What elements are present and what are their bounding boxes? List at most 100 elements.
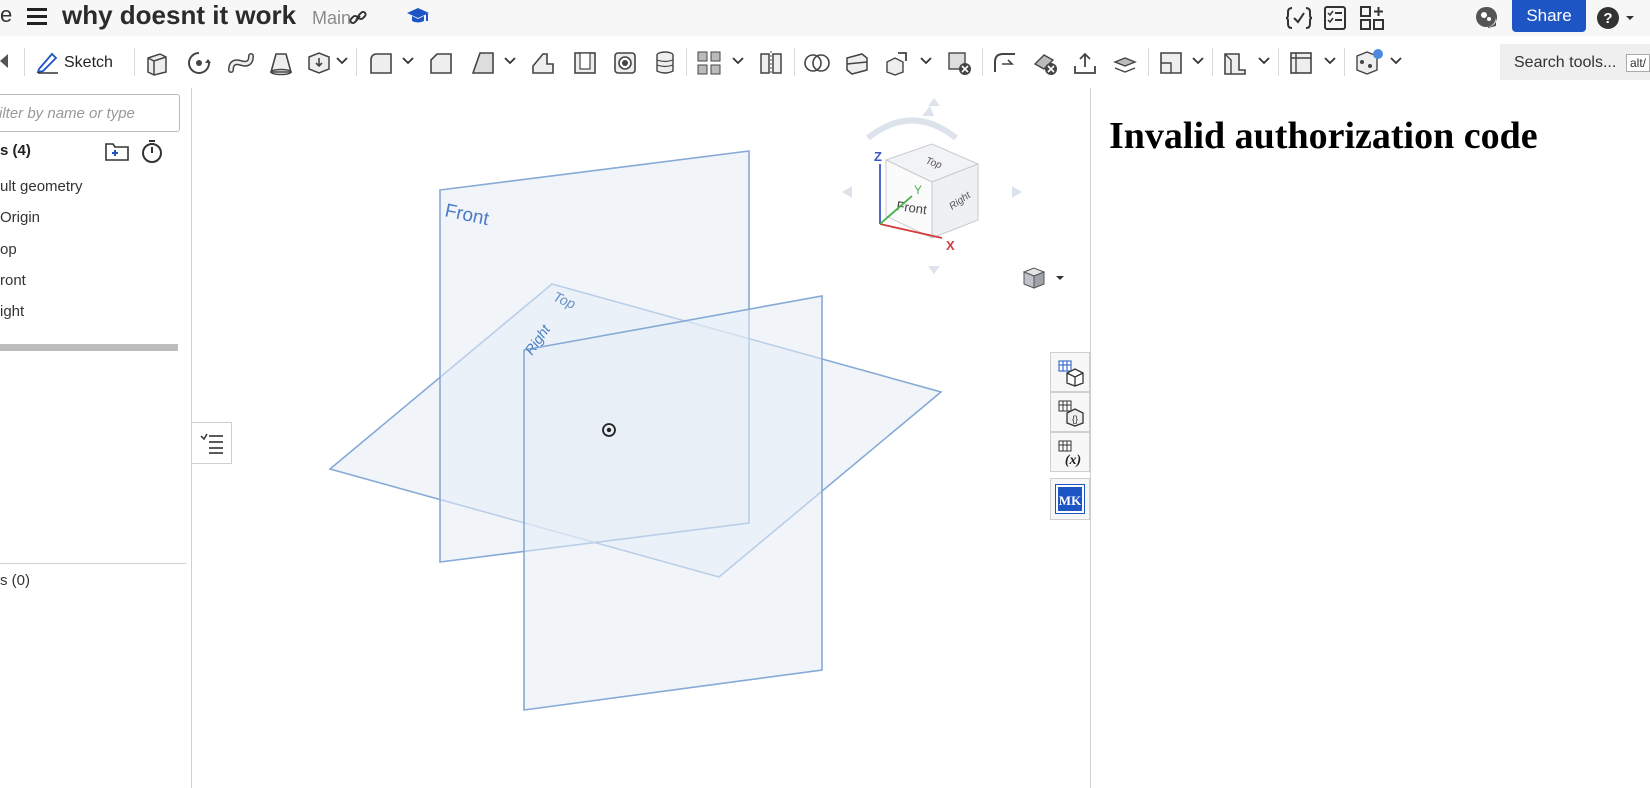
- extrude-icon[interactable]: [144, 50, 170, 76]
- svg-text:{}: {}: [1072, 414, 1078, 424]
- plane-icon[interactable]: [1158, 50, 1184, 76]
- thread-icon[interactable]: [652, 50, 678, 76]
- add-folder-icon[interactable]: [104, 140, 130, 162]
- app-panel: Invalid authorization code: [1090, 88, 1650, 788]
- chevron-down-icon[interactable]: [1324, 56, 1336, 66]
- redo-arrow-icon[interactable]: [0, 52, 12, 70]
- draft-icon[interactable]: [470, 50, 496, 76]
- variables-icon[interactable]: [1286, 6, 1312, 30]
- rollback-bar[interactable]: [0, 344, 178, 351]
- toolbar-separator: [686, 48, 687, 76]
- search-tools-input[interactable]: Search tools... alt/: [1500, 44, 1650, 80]
- transform-icon[interactable]: [884, 50, 910, 76]
- sketch-pencil-icon[interactable]: [36, 50, 60, 74]
- toolbar-separator: [24, 48, 25, 76]
- search-shortcut-badge: alt/: [1626, 54, 1650, 72]
- mk-logo: MK: [1055, 484, 1085, 514]
- sketch-button[interactable]: Sketch: [64, 54, 113, 72]
- link-icon[interactable]: [348, 8, 368, 28]
- stopwatch-icon[interactable]: [140, 138, 164, 164]
- toolbar-separator: [1344, 48, 1345, 76]
- learning-center-icon[interactable]: [1474, 6, 1498, 30]
- feature-item-right[interactable]: ight: [0, 303, 24, 320]
- toolbar-separator: [1148, 48, 1149, 76]
- app-store-icon[interactable]: [1360, 6, 1384, 30]
- thicken-icon[interactable]: [306, 50, 332, 76]
- split-icon[interactable]: [844, 50, 870, 76]
- feature-item-origin[interactable]: Origin: [0, 209, 40, 226]
- hole-icon[interactable]: [612, 50, 638, 76]
- revolve-icon[interactable]: [186, 50, 212, 76]
- mirror-icon[interactable]: [758, 50, 784, 76]
- checklist-icon[interactable]: [1324, 6, 1346, 30]
- filter-input[interactable]: ilter by name or type: [0, 94, 180, 132]
- feature-item-default-geometry[interactable]: ult geometry: [0, 178, 83, 195]
- sheet-metal-icon[interactable]: [1222, 50, 1248, 76]
- modify-fillet-icon[interactable]: [992, 50, 1018, 76]
- panel-divider[interactable]: [0, 563, 186, 564]
- pattern-icon[interactable]: [696, 50, 722, 76]
- configurations-icon: [1058, 360, 1084, 387]
- rib-icon[interactable]: [530, 50, 556, 76]
- error-message: Invalid authorization code: [1109, 115, 1538, 157]
- help-icon[interactable]: ?: [1596, 6, 1636, 30]
- feature-item-front[interactable]: ront: [0, 272, 26, 289]
- toolbar-separator: [1278, 48, 1279, 76]
- search-tools-placeholder: Search tools...: [1514, 54, 1617, 71]
- toolbar-separator: [356, 48, 357, 76]
- chevron-down-icon[interactable]: [732, 56, 744, 66]
- hamburger-menu-icon[interactable]: [26, 6, 48, 26]
- chevron-down-icon[interactable]: [504, 56, 516, 66]
- share-button[interactable]: Share: [1512, 0, 1586, 32]
- chevron-down-icon[interactable]: [1192, 56, 1204, 66]
- variables-x-icon: (x): [1058, 440, 1081, 467]
- variable-table-button[interactable]: {}: [1050, 392, 1090, 432]
- svg-text:(x): (x): [1065, 453, 1081, 467]
- features-header[interactable]: s (4): [0, 142, 31, 159]
- chevron-down-icon[interactable]: [920, 56, 932, 66]
- top-bar: e why doesnt it work Main Share ?: [0, 0, 1650, 36]
- delete-face-icon[interactable]: [1032, 50, 1058, 76]
- x-axis-label: X: [946, 238, 955, 253]
- replace-face-icon[interactable]: [1112, 50, 1138, 76]
- chevron-down-icon[interactable]: [1390, 56, 1402, 66]
- graphics-viewport[interactable]: Front Top Right Top Front Right Z X Y: [192, 88, 1088, 788]
- toolbar-separator: [982, 48, 983, 76]
- delete-part-icon[interactable]: [946, 50, 972, 76]
- document-title[interactable]: why doesnt it work: [62, 0, 296, 31]
- shell-icon[interactable]: [572, 50, 598, 76]
- chamfer-icon[interactable]: [428, 50, 454, 76]
- z-axis-label: Z: [874, 149, 882, 164]
- chevron-down-icon[interactable]: [402, 56, 414, 66]
- branch-name[interactable]: Main: [312, 8, 351, 29]
- frame-icon[interactable]: [1288, 50, 1314, 76]
- toolbar-separator: [794, 48, 795, 76]
- boolean-icon[interactable]: [804, 50, 830, 76]
- view-cube[interactable]: Top Front Right Z X Y: [842, 98, 1022, 274]
- variable-studio-icon: {}: [1058, 400, 1084, 427]
- custom-feature-icon[interactable]: [1354, 48, 1384, 76]
- feature-item-top[interactable]: op: [0, 241, 17, 258]
- toolbar-separator: [134, 48, 135, 76]
- chevron-down-icon[interactable]: [336, 56, 348, 66]
- loft-icon[interactable]: [268, 50, 294, 76]
- view-options-cube-icon[interactable]: [1022, 267, 1064, 289]
- y-axis-label: Y: [914, 183, 922, 197]
- toolbar-separator: [1212, 48, 1213, 76]
- truncated-text: e: [0, 2, 13, 27]
- move-face-icon[interactable]: [1072, 50, 1098, 76]
- variables-list-button[interactable]: (x): [1050, 432, 1090, 472]
- parts-header[interactable]: s (0): [0, 572, 30, 589]
- chevron-down-icon[interactable]: [1258, 56, 1270, 66]
- right-plane[interactable]: [523, 295, 823, 711]
- filter-placeholder: ilter by name or type: [0, 105, 135, 122]
- feature-toolbar: Sketch Search tools... alt/: [0, 44, 1650, 80]
- fillet-icon[interactable]: [368, 50, 394, 76]
- svg-text:?: ?: [1603, 10, 1612, 27]
- mk-app-button[interactable]: MK: [1050, 478, 1090, 520]
- configurations-button[interactable]: [1050, 352, 1090, 392]
- education-cap-icon[interactable]: [406, 6, 430, 26]
- feature-tree-panel: ilter by name or type s (4) ult geometry…: [0, 88, 192, 788]
- sweep-icon[interactable]: [228, 50, 254, 76]
- default-planes-drawing: Front Top Right Top Front Right Z X Y: [328, 98, 1064, 711]
